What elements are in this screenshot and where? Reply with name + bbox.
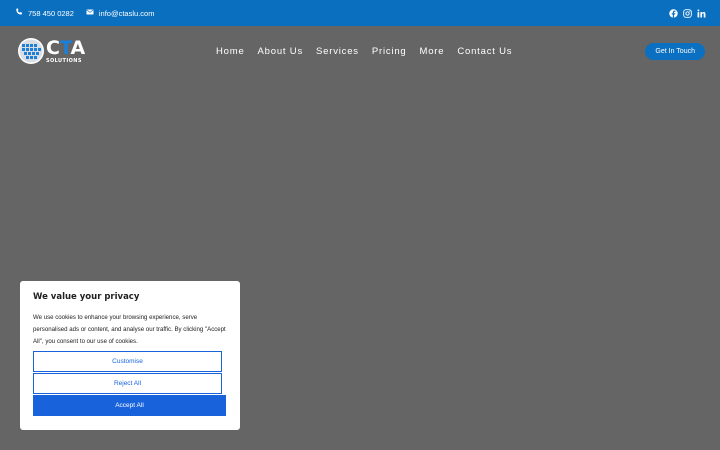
site-header: CTA SOLUTIONS Home About Us Services Pri… <box>0 26 720 76</box>
nav-about-us[interactable]: About Us <box>258 46 303 57</box>
logo-wordmark: CTA <box>46 36 85 59</box>
contact-info: 758 450 0282 info@ctaslu.com <box>15 8 154 18</box>
get-in-touch-button[interactable]: Get In Touch <box>645 43 705 60</box>
instagram-icon[interactable] <box>683 8 692 18</box>
customise-button[interactable]: Customise <box>33 351 222 372</box>
globe-logo-icon <box>18 38 44 64</box>
phone-number: 758 450 0282 <box>28 8 74 18</box>
cookie-consent-banner: We value your privacy We use cookies to … <box>20 281 240 430</box>
linkedin-icon[interactable] <box>697 8 706 18</box>
phone-icon <box>15 8 23 18</box>
nav-home[interactable]: Home <box>216 46 245 57</box>
email-address: info@ctaslu.com <box>98 8 155 18</box>
nav-services[interactable]: Services <box>316 46 359 57</box>
logo[interactable]: CTA SOLUTIONS <box>17 36 93 66</box>
nav-contact-us[interactable]: Contact Us <box>457 46 512 57</box>
nav-pricing[interactable]: Pricing <box>372 46 407 57</box>
phone-contact[interactable]: 758 450 0282 <box>15 8 74 18</box>
main-nav: Home About Us Services Pricing More Cont… <box>216 26 512 76</box>
reject-all-button[interactable]: Reject All <box>33 373 222 394</box>
top-info-bar: 758 450 0282 info@ctaslu.com <box>0 0 720 26</box>
facebook-icon[interactable] <box>669 8 678 18</box>
logo-subtitle: SOLUTIONS <box>46 57 82 64</box>
nav-more[interactable]: More <box>420 46 445 57</box>
social-links <box>669 8 706 18</box>
logo-text: CTA SOLUTIONS <box>46 36 85 64</box>
cookie-title: We value your privacy <box>33 292 140 302</box>
mail-icon <box>86 8 94 18</box>
cookie-description: We use cookies to enhance your browsing … <box>33 314 226 345</box>
accept-all-button[interactable]: Accept All <box>33 395 226 416</box>
email-contact[interactable]: info@ctaslu.com <box>86 8 155 18</box>
